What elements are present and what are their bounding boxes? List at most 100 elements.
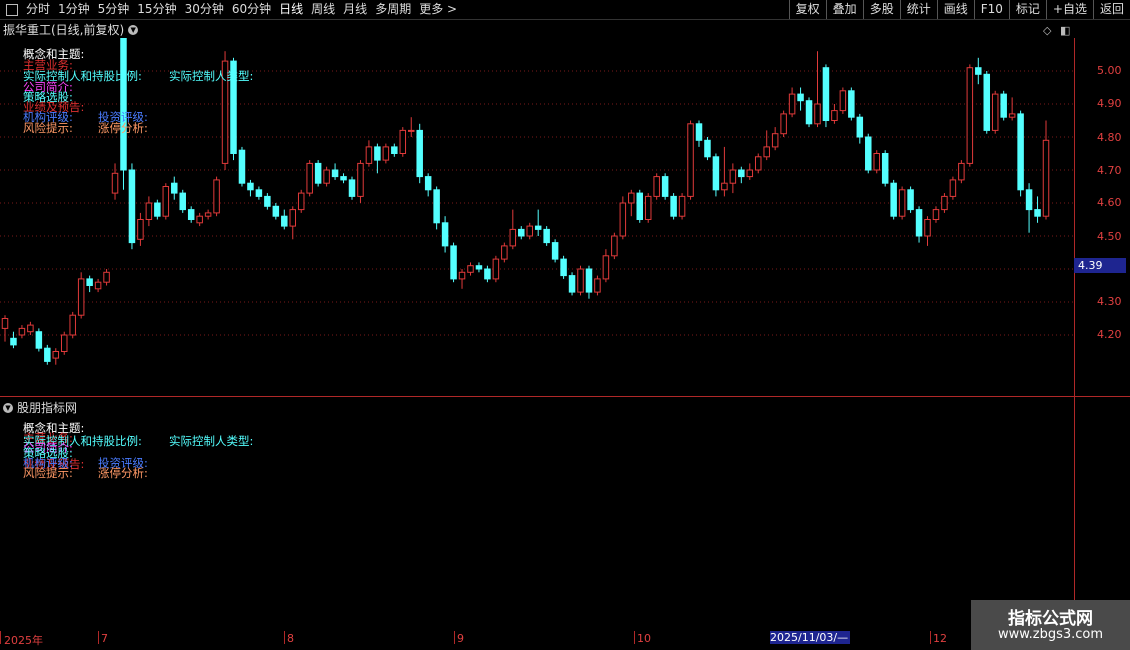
tab-daily[interactable]: 日线 (275, 0, 307, 19)
candle-body (890, 182, 897, 217)
candle-body (788, 93, 796, 115)
candle (763, 130, 770, 161)
tab-more[interactable]: 更多 > (415, 0, 461, 19)
candle (441, 216, 449, 253)
price-level: 4.90 (1097, 97, 1122, 110)
candle-body (687, 123, 694, 197)
candle (289, 206, 297, 240)
main-panel-title: 振华重工(日线,前复权) ▼ (3, 21, 139, 38)
candle-body (848, 90, 855, 118)
candle-body (594, 278, 601, 293)
risk-label: 风险提示: (23, 466, 73, 480)
candle-body (213, 179, 220, 214)
candle-body (357, 162, 364, 197)
candle (399, 127, 407, 157)
candle (323, 166, 330, 187)
chevron-down-icon[interactable]: ▼ (3, 402, 13, 413)
candle-body (1017, 113, 1024, 191)
f10-button[interactable]: F10 (973, 0, 1009, 19)
candle (86, 275, 93, 293)
candle (247, 179, 254, 197)
draw-line-button[interactable]: 画线 (936, 0, 974, 19)
tab-15min[interactable]: 15分钟 (133, 0, 180, 19)
candle (35, 328, 43, 352)
candle-body (323, 169, 330, 184)
candle (10, 331, 17, 349)
candle-body (433, 189, 440, 224)
candle (213, 176, 220, 217)
candle-body (534, 225, 542, 230)
candle (695, 120, 703, 147)
candle-body (18, 327, 26, 336)
candle (577, 265, 584, 296)
candle-body (27, 324, 34, 333)
price-level: 4.30 (1097, 295, 1122, 308)
chevron-down-icon[interactable]: ▼ (128, 24, 139, 35)
candle-body (729, 169, 737, 184)
panel-toggle-icon[interactable]: ◧ (1060, 24, 1070, 37)
mark-button[interactable]: 标记 (1008, 0, 1046, 19)
candle-body (69, 314, 76, 336)
multi-stock-button[interactable]: 多股 (862, 0, 900, 19)
tab-1min[interactable]: 1分钟 (54, 0, 94, 19)
back-button[interactable]: 返回 (1092, 0, 1130, 19)
tab-30min[interactable]: 30分钟 (181, 0, 228, 19)
candle (881, 150, 889, 187)
candle-body (111, 172, 119, 194)
tab-60min[interactable]: 60分钟 (228, 0, 275, 19)
candle-body (331, 169, 339, 178)
candle (1042, 120, 1050, 220)
menu-icon[interactable] (6, 3, 18, 16)
candle (340, 173, 347, 184)
candle (771, 127, 779, 151)
statistics-button[interactable]: 统计 (899, 0, 937, 19)
candle-body (196, 215, 203, 224)
limit-up-label: 涨停分析: (98, 466, 148, 480)
overlay-button[interactable]: 叠加 (825, 0, 863, 19)
candle (484, 265, 491, 283)
candle (585, 265, 593, 299)
candle (865, 133, 872, 174)
candle-body (484, 268, 491, 280)
candle-body (704, 139, 711, 158)
candle (526, 222, 533, 240)
candle-body (771, 133, 779, 148)
tab-5min[interactable]: 5分钟 (94, 0, 134, 19)
adjust-button[interactable]: 复权 (788, 0, 826, 19)
candlestick-chart[interactable] (0, 38, 1074, 398)
candle (52, 348, 60, 365)
diamond-icon[interactable]: ◇ (1043, 24, 1051, 37)
tab-weekly[interactable]: 周线 (307, 0, 339, 19)
candle (873, 150, 880, 174)
candle-body (416, 129, 423, 178)
candle-body (915, 209, 923, 237)
date-tick (284, 631, 285, 644)
candle-body (424, 176, 432, 191)
candle-body (712, 156, 720, 191)
candle-body (340, 176, 347, 181)
candle (162, 183, 170, 220)
candle (797, 87, 804, 111)
candle-body (145, 202, 153, 220)
candle (111, 163, 119, 200)
candle-body (797, 93, 804, 102)
candle-body (856, 116, 864, 138)
candle (831, 104, 838, 124)
panel-divider[interactable] (0, 396, 1130, 397)
candle-body (991, 93, 999, 131)
candle-body (653, 176, 660, 197)
candle-body (577, 268, 584, 293)
date-label-oct: 10 (637, 632, 651, 645)
tab-multi-period[interactable]: 多周期 (371, 0, 415, 19)
candle (653, 173, 660, 200)
candle-body (636, 192, 644, 221)
candle-body (154, 202, 161, 217)
tab-fenshi[interactable]: 分时 (22, 0, 54, 19)
candle (594, 275, 601, 296)
candle (780, 110, 787, 137)
candle-body (568, 275, 576, 293)
add-watchlist-button[interactable]: +自选 (1045, 0, 1093, 19)
candle (898, 186, 906, 220)
tab-monthly[interactable]: 月线 (339, 0, 371, 19)
candle (77, 272, 85, 319)
